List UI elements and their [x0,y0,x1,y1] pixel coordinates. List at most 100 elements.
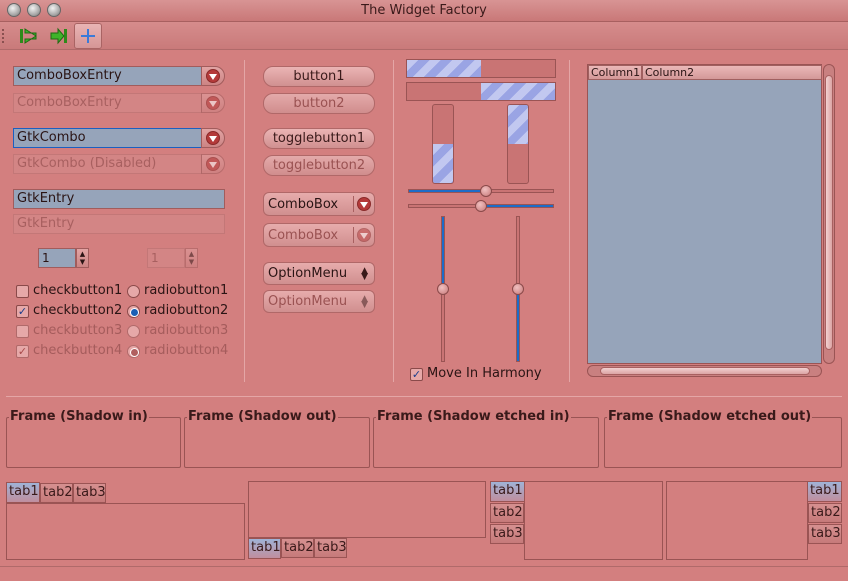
notebook-left-tab1[interactable]: tab1 [490,481,525,502]
radiobutton4-label: radiobutton4 [144,343,229,358]
updown-arrows-icon: ▲ ▼ [361,266,368,282]
spin-button-disabled-arrows: ▲ ▼ [185,248,198,268]
optionmenu2-label: OptionMenu [268,294,348,309]
go-last-button[interactable] [45,23,73,49]
togglebutton2: togglebutton2 [263,155,375,176]
vscale-1-knob[interactable] [437,283,449,295]
radiobutton1-label[interactable]: radiobutton1 [144,283,228,298]
combobox-entry-disabled-dropdown-button [201,93,225,113]
notebook-top-tab1[interactable]: tab1 [6,482,40,503]
spin-button-input[interactable]: 1 [38,248,76,268]
frame-shadow-etched-in [373,417,599,468]
tree-horizontal-scrollbar-thumb[interactable] [600,367,810,375]
frame-shadow-in-label: Frame (Shadow in) [9,409,149,424]
spin-button-arrows[interactable]: ▲ ▼ [76,248,89,268]
hscale-2-knob[interactable] [475,200,487,212]
column-separator [569,60,570,382]
notebook-right-pane [666,481,808,560]
vscale-2-knob[interactable] [512,283,524,295]
tree-vertical-scrollbar-thumb[interactable] [825,75,833,350]
hscale-fill [481,205,553,207]
progress-bar-vertical-1 [432,104,454,184]
notebook-bottom-tab3[interactable]: tab3 [314,538,347,558]
combobox2-label: ComboBox [268,228,339,243]
combobox1[interactable]: ComboBox [263,192,375,216]
radiobutton3-label: radiobutton3 [144,323,229,338]
tree-view[interactable]: Column1 Column2 [587,64,822,364]
section-separator [6,396,842,397]
go-last-icon [50,27,67,45]
notebook-right-tab1[interactable]: tab1 [807,481,842,502]
notebook-left-pane [524,481,663,560]
hscale-fill [409,190,481,192]
tree-horizontal-scrollbar[interactable] [587,365,822,377]
combobox-entry-dropdown-button[interactable] [201,66,225,86]
updown-arrows-icon: ▲ ▼ [361,294,368,310]
column2-header[interactable]: Column2 [642,65,822,80]
checkbutton3-box [16,325,29,338]
notebook-bottom-tab2[interactable]: tab2 [281,538,314,558]
spin-button-disabled-input: 1 [147,248,185,268]
window-title: The Widget Factory [361,3,487,18]
gtkcombo-disabled-dropdown-button [201,154,225,174]
radiobutton4-dot [127,345,140,358]
combobox-entry-disabled-field: ComboBoxEntry [13,93,202,113]
tree-vertical-scrollbar[interactable] [823,64,835,364]
go-first-icon [20,28,37,44]
radiobutton2-dot[interactable] [127,305,140,318]
checkbutton1-box[interactable] [16,285,29,298]
chevron-down-icon [357,228,371,242]
progress-fill [481,83,555,100]
hscale-1-knob[interactable] [480,185,492,197]
notebook-right-tab3[interactable]: tab3 [808,524,842,544]
gtkentry-disabled-field: GtkEntry [13,214,225,234]
radiobutton1-dot[interactable] [127,285,140,298]
chevron-down-icon [206,69,220,83]
combobox-entry-field[interactable]: ComboBoxEntry [13,66,202,86]
chevron-down-icon [206,131,220,145]
progress-fill [433,144,453,183]
progress-bar-horizontal-1 [406,59,556,78]
notebook-right-tab2[interactable]: tab2 [808,503,842,523]
checkbutton4-label: checkbutton4 [33,343,123,358]
radiobutton2-label[interactable]: radiobutton2 [144,303,228,318]
frame-shadow-in [6,417,181,468]
progress-bar-vertical-2 [507,104,529,184]
progress-fill [407,60,481,77]
gtkcombo-disabled-field: GtkCombo (Disabled) [13,154,202,174]
add-button[interactable] [74,23,102,49]
column-separator [393,60,394,382]
checkbutton2-label[interactable]: checkbutton2 [33,303,122,318]
notebook-top-tab3[interactable]: tab3 [73,483,106,503]
checkbutton2-box[interactable]: ✓ [16,305,29,318]
frame-shadow-etched-out [604,417,842,468]
toolbar-grip[interactable] [2,29,7,43]
add-icon [81,29,95,43]
notebook-top-pane [6,503,245,560]
progress-bar-horizontal-2 [406,82,556,101]
notebook-left-tab2[interactable]: tab2 [490,503,524,523]
gtkcombo-dropdown-button[interactable] [201,128,225,148]
notebook-bottom-pane [248,481,486,538]
optionmenu2: OptionMenu ▲ ▼ [263,290,375,313]
status-bar [0,566,848,581]
notebook-bottom-tab1[interactable]: tab1 [248,538,281,559]
move-in-harmony-checkbox[interactable]: ✓ [410,368,423,381]
checkbutton1-label[interactable]: checkbutton1 [33,283,122,298]
optionmenu1[interactable]: OptionMenu ▲ ▼ [263,262,375,285]
toolbar [0,22,848,50]
frame-shadow-etched-in-label: Frame (Shadow etched in) [376,409,571,424]
frame-shadow-out-label: Frame (Shadow out) [187,409,338,424]
notebook-top-tab2[interactable]: tab2 [40,483,73,503]
title-bar: The Widget Factory [0,0,848,22]
column1-header[interactable]: Column1 [588,65,642,80]
go-first-button[interactable] [14,23,42,49]
combobox1-label: ComboBox [268,197,339,212]
gtkentry-field[interactable]: GtkEntry [13,189,225,209]
optionmenu1-label: OptionMenu [268,266,348,281]
move-in-harmony-label[interactable]: Move In Harmony [427,366,542,381]
togglebutton1[interactable]: togglebutton1 [263,128,375,149]
gtkcombo-field[interactable]: GtkCombo [13,128,202,148]
button1[interactable]: button1 [263,66,375,87]
notebook-left-tab3[interactable]: tab3 [490,524,524,544]
